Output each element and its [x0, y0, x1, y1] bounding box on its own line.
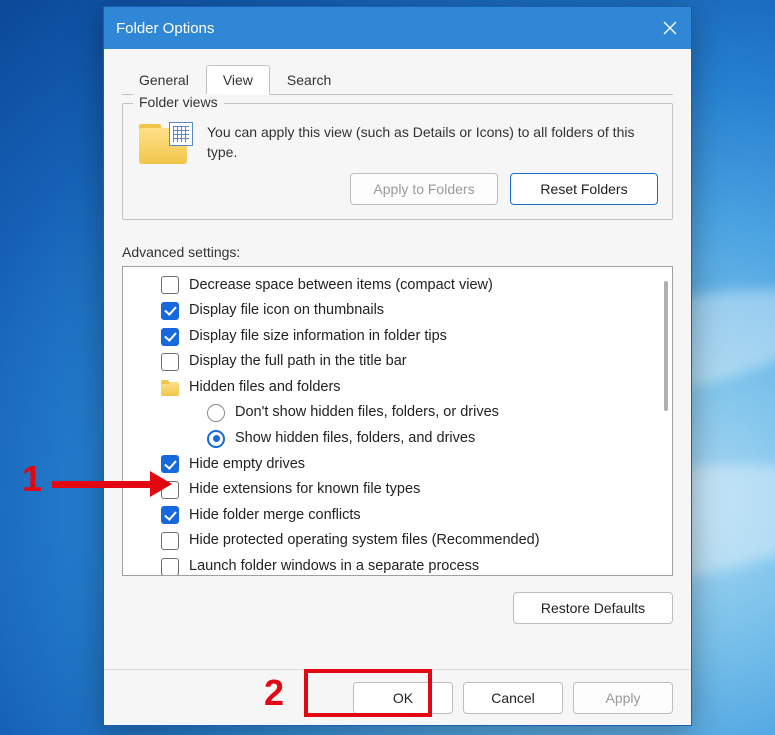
- checkbox-icon[interactable]: [161, 276, 179, 294]
- list-item-label: Display file size information in folder …: [189, 327, 447, 347]
- tab-strip: General View Search: [122, 59, 673, 95]
- checkbox-icon[interactable]: [161, 328, 179, 346]
- list-item[interactable]: Don't show hidden files, folders, or dri…: [123, 400, 672, 426]
- list-item[interactable]: Hide folder merge conflicts: [123, 503, 672, 529]
- list-item-label: Decrease space between items (compact vi…: [189, 276, 493, 296]
- list-item-label: Display the full path in the title bar: [189, 352, 407, 372]
- restore-defaults-button[interactable]: Restore Defaults: [513, 592, 673, 624]
- annotation-arrow-icon: [52, 474, 172, 494]
- list-item-label: Launch folder windows in a separate proc…: [189, 557, 479, 576]
- checkbox-icon[interactable]: [161, 302, 179, 320]
- list-item-label: Hide protected operating system files (R…: [189, 531, 540, 551]
- list-item-label: Don't show hidden files, folders, or dri…: [235, 403, 499, 423]
- tab-search[interactable]: Search: [270, 65, 348, 95]
- folder-views-text: You can apply this view (such as Details…: [207, 122, 658, 163]
- list-item[interactable]: Hide empty drives: [123, 452, 672, 478]
- checkbox-icon[interactable]: [161, 506, 179, 524]
- list-item-label: Hide empty drives: [189, 455, 305, 475]
- list-item-label: Hidden files and folders: [189, 378, 341, 398]
- checkbox-icon[interactable]: [161, 353, 179, 371]
- list-item[interactable]: Hide protected operating system files (R…: [123, 528, 672, 554]
- tab-general[interactable]: General: [122, 65, 206, 95]
- annotation-number-2: 2: [264, 672, 284, 714]
- list-item-label: Show hidden files, folders, and drives: [235, 429, 475, 449]
- list-item-label: Hide extensions for known file types: [189, 480, 420, 500]
- list-group: Hidden files and folders: [123, 375, 672, 401]
- window-title: Folder Options: [116, 20, 649, 37]
- tab-view[interactable]: View: [206, 65, 270, 95]
- close-button[interactable]: [649, 7, 691, 49]
- folder-views-icon: [137, 122, 193, 170]
- list-item-label: Display file icon on thumbnails: [189, 301, 384, 321]
- radio-icon[interactable]: [207, 404, 225, 422]
- list-item-label: Hide folder merge conflicts: [189, 506, 361, 526]
- list-item[interactable]: Launch folder windows in a separate proc…: [123, 554, 672, 576]
- reset-folders-button[interactable]: Reset Folders: [510, 173, 658, 205]
- folder-icon: [161, 380, 179, 396]
- radio-icon[interactable]: [207, 430, 225, 448]
- titlebar: Folder Options: [104, 7, 691, 49]
- advanced-settings-list[interactable]: Decrease space between items (compact vi…: [122, 266, 673, 576]
- checkbox-icon[interactable]: [161, 532, 179, 550]
- apply-button[interactable]: Apply: [573, 682, 673, 714]
- list-item[interactable]: Display the full path in the title bar: [123, 349, 672, 375]
- list-item[interactable]: Display file icon on thumbnails: [123, 298, 672, 324]
- folder-options-dialog: Folder Options General View Search Folde…: [103, 6, 692, 726]
- cancel-button[interactable]: Cancel: [463, 682, 563, 714]
- folder-views-legend: Folder views: [133, 94, 224, 110]
- checkbox-icon[interactable]: [161, 558, 179, 576]
- scrollbar-thumb[interactable]: [664, 281, 668, 411]
- apply-to-folders-button[interactable]: Apply to Folders: [350, 173, 498, 205]
- close-icon: [663, 21, 677, 35]
- annotation-number-1: 1: [22, 458, 42, 500]
- advanced-settings-label: Advanced settings:: [122, 244, 673, 260]
- annotation-highlight-box: [304, 669, 432, 717]
- folder-views-group: Folder views You can apply this view (su…: [122, 103, 673, 220]
- list-item[interactable]: Hide extensions for known file types: [123, 477, 672, 503]
- list-item[interactable]: Decrease space between items (compact vi…: [123, 273, 672, 299]
- list-item[interactable]: Display file size information in folder …: [123, 324, 672, 350]
- list-item[interactable]: Show hidden files, folders, and drives: [123, 426, 672, 452]
